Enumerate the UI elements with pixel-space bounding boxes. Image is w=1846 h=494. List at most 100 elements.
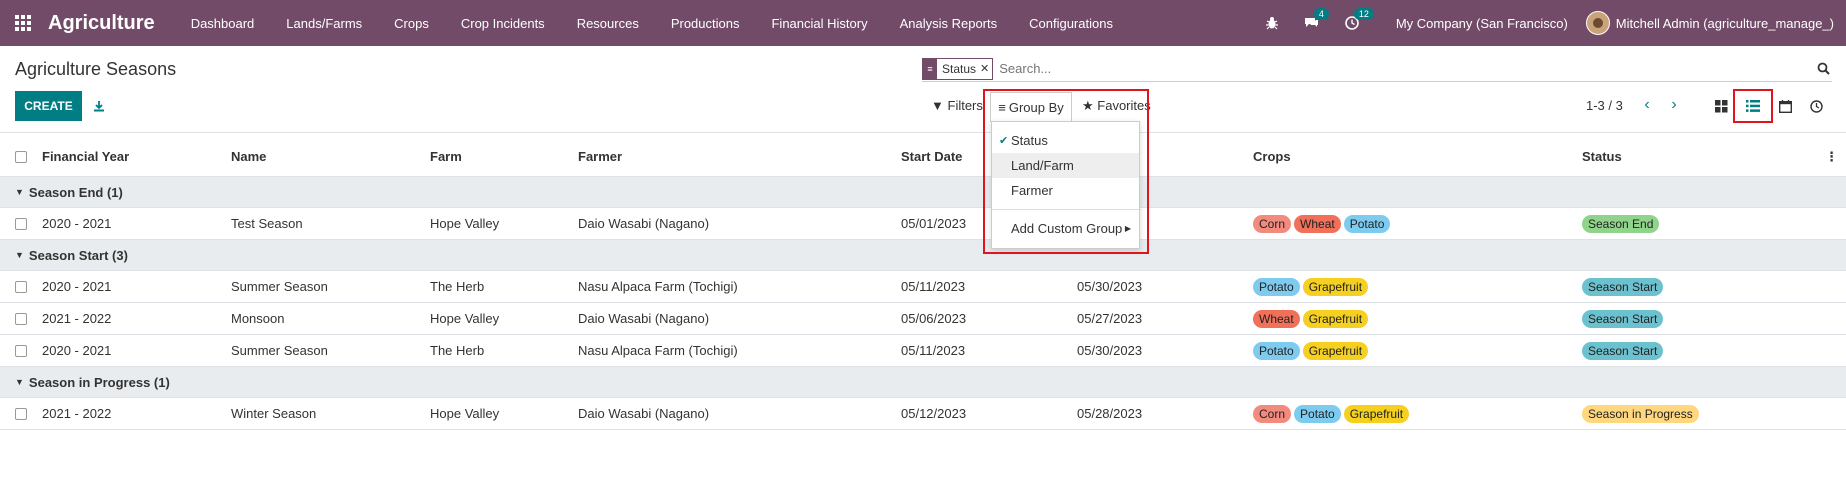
table-row[interactable]: 2020 - 2021 Test Season Hope Valley Daio Wa… xyxy=(0,208,1846,240)
cell-financial-year: 2021 - 2022 xyxy=(42,311,112,326)
nav-lands-farms[interactable]: Lands/Farms xyxy=(270,16,378,31)
control-panel-divider xyxy=(0,132,1846,133)
cell-financial-year: 2020 - 2021 xyxy=(42,279,112,294)
top-navbar: Agriculture Dashboard Lands/Farms Crops … xyxy=(0,0,1846,46)
company-switcher[interactable]: My Company (San Francisco) xyxy=(1372,16,1586,31)
cell-end-date: 05/30/2023 xyxy=(1077,343,1143,358)
cell-crops: Wheat Grapefruit xyxy=(1253,309,1371,328)
add-custom-group[interactable]: Add Custom Group ▶ xyxy=(992,216,1139,241)
status-badge: Season in Progress xyxy=(1582,404,1699,423)
row-checkbox[interactable] xyxy=(15,312,27,325)
calendar-view-icon[interactable] xyxy=(1774,96,1796,116)
cell-start-date: 05/12/2023 xyxy=(901,406,967,421)
nav-crop-incidents[interactable]: Crop Incidents xyxy=(445,16,561,31)
header-financial-year[interactable]: Financial Year xyxy=(42,149,129,164)
select-all-checkbox[interactable] xyxy=(15,150,27,163)
header-status[interactable]: Status xyxy=(1582,149,1622,164)
crop-tag: Corn xyxy=(1253,214,1292,233)
search-input[interactable] xyxy=(999,61,1814,76)
header-farm[interactable]: Farm xyxy=(430,149,462,164)
group-row[interactable]: ▼ Season Start (3) xyxy=(0,240,1846,271)
group-row[interactable]: ▼ Season End (1) xyxy=(0,177,1846,208)
group-label: Season in Progress (1) xyxy=(28,374,170,390)
cell-financial-year: 2020 - 2021 xyxy=(42,216,112,231)
table-row[interactable]: 2020 - 2021 Summer Season The Herb Nasu Alp… xyxy=(0,335,1846,367)
messages-icon[interactable]: 4 xyxy=(1292,0,1332,46)
groupby-button[interactable]: ≡ Group By xyxy=(990,92,1072,122)
cell-name: Winter Season xyxy=(231,406,317,421)
cell-name: Test Season xyxy=(231,216,303,231)
caret-right-icon: ▶ xyxy=(1124,224,1131,233)
cell-status: Season in Progress xyxy=(1582,404,1702,423)
app-brand[interactable]: Agriculture xyxy=(48,12,155,35)
nav-dashboard[interactable]: Dashboard xyxy=(175,16,271,31)
favorites-button[interactable]: ★ Favorites xyxy=(1082,98,1151,114)
status-badge: Season Start xyxy=(1582,309,1664,328)
caret-down-icon: ▼ xyxy=(15,187,24,197)
check-icon: ✔ xyxy=(999,135,1009,147)
groupby-option-status[interactable]: ✔ Status xyxy=(992,128,1139,153)
nav-crops[interactable]: Crops xyxy=(378,16,445,31)
group-row[interactable]: ▼ Season in Progress (1) xyxy=(0,367,1846,398)
cell-farm: The Herb xyxy=(430,343,485,358)
activities-clock-icon[interactable]: 12 xyxy=(1332,0,1374,46)
pager-previous-icon[interactable]: ‹ xyxy=(1640,96,1654,114)
table-row[interactable]: 2021 - 2022 Monsoon Hope Valley Daio Wasabi… xyxy=(0,303,1846,335)
header-farmer[interactable]: Farmer xyxy=(578,149,622,164)
crop-tag: Grapefruit xyxy=(1302,277,1369,296)
table-body: ▼ Season End (1) 2020 - 2021 Test Season Hop… xyxy=(0,177,1846,430)
facet-label: Status xyxy=(942,61,977,76)
cell-farmer: Nasu Alpaca Farm (Tochigi) xyxy=(578,279,738,294)
nav-analysis-reports[interactable]: Analysis Reports xyxy=(884,16,1014,31)
facet-close-icon[interactable]: ✕ xyxy=(980,62,992,75)
activity-view-icon[interactable] xyxy=(1805,96,1827,116)
cell-farm: Hope Valley xyxy=(430,311,500,326)
optional-columns-icon[interactable]: ⋮ xyxy=(1825,149,1838,165)
option-label: Farmer xyxy=(1011,183,1053,198)
create-button[interactable]: CREATE xyxy=(15,91,82,121)
cell-crops: Corn Potato Grapefruit xyxy=(1253,404,1412,423)
cell-crops: Corn Wheat Potato xyxy=(1253,214,1393,233)
row-checkbox[interactable] xyxy=(15,344,27,357)
crop-tag: Wheat xyxy=(1294,214,1341,233)
table-row[interactable]: 2021 - 2022 Winter Season Hope Valley Daio … xyxy=(0,398,1846,430)
row-checkbox[interactable] xyxy=(15,280,27,293)
cell-start-date: 05/06/2023 xyxy=(901,311,967,326)
header-crops[interactable]: Crops xyxy=(1253,149,1291,164)
debug-bug-icon[interactable] xyxy=(1252,0,1292,46)
crop-tag: Potato xyxy=(1253,341,1300,360)
filter-icon: ▼ xyxy=(931,98,944,113)
nav-resources[interactable]: Resources xyxy=(561,16,655,31)
row-checkbox[interactable] xyxy=(15,217,27,230)
nav-productions[interactable]: Productions xyxy=(655,16,756,31)
nav-financial-history[interactable]: Financial History xyxy=(755,16,883,31)
cell-end-date: 05/27/2023 xyxy=(1077,311,1143,326)
crop-tag: Grapefruit xyxy=(1302,341,1369,360)
apps-menu-icon[interactable] xyxy=(0,0,46,46)
cell-name: Summer Season xyxy=(231,343,328,358)
page-title: Agriculture Seasons xyxy=(15,59,177,79)
download-icon[interactable] xyxy=(90,96,108,116)
row-checkbox[interactable] xyxy=(15,407,27,420)
user-menu[interactable]: Mitchell Admin (agriculture_manage_) xyxy=(1616,16,1834,31)
cell-status: Season End xyxy=(1582,214,1662,233)
cell-crops: Potato Grapefruit xyxy=(1253,277,1371,296)
header-start-date[interactable]: Start Date xyxy=(901,149,962,164)
crop-tag: Wheat xyxy=(1253,309,1300,328)
star-icon: ★ xyxy=(1082,98,1094,113)
header-name[interactable]: Name xyxy=(231,149,266,164)
groupby-option-farmer[interactable]: Farmer xyxy=(992,178,1139,203)
nav-configurations[interactable]: Configurations xyxy=(1013,16,1129,31)
pager-next-icon[interactable]: › xyxy=(1667,96,1681,114)
kanban-view-icon[interactable] xyxy=(1710,96,1732,116)
user-avatar[interactable] xyxy=(1585,11,1610,35)
filters-button[interactable]: ▼ Filters xyxy=(931,98,983,113)
status-facet[interactable]: ≡ Status ✕ xyxy=(922,57,994,80)
pager-value[interactable]: 1-3 / 3 xyxy=(1586,98,1623,113)
list-view-icon[interactable] xyxy=(1742,96,1764,116)
table-row[interactable]: 2020 - 2021 Summer Season The Herb Nasu Alp… xyxy=(0,271,1846,303)
search-icon[interactable] xyxy=(1814,60,1832,78)
cell-farm: Hope Valley xyxy=(430,216,500,231)
groupby-option-land-farm[interactable]: Land/Farm xyxy=(992,153,1139,178)
group-label: Season End (1) xyxy=(28,184,123,200)
